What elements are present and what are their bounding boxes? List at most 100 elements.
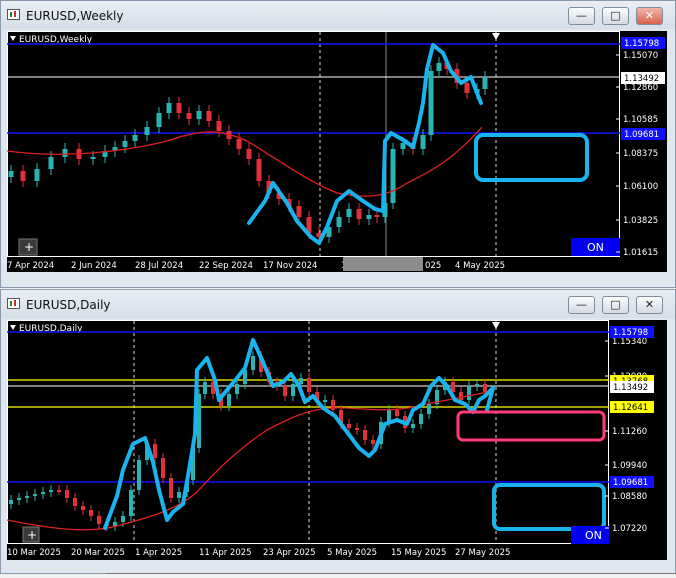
daily-title-bar[interactable]: EURUSD,Daily — □ ✕	[1, 290, 675, 318]
minimize-button[interactable]: —	[568, 296, 595, 314]
weekly-chart-svg[interactable]: EURUSD,Weekly + ON 1.150701.128601.10585…	[7, 31, 667, 272]
candle-body	[427, 404, 431, 414]
weekly-chart-window[interactable]: EURUSD,Weekly — □ ✕ EURUSD,Weekly + ON 1…	[0, 0, 676, 288]
date-label: 10 Mar 2025	[7, 548, 61, 558]
shift-marker-icon[interactable]	[492, 322, 500, 329]
chart-menu-arrow-icon[interactable]	[10, 36, 16, 41]
weekly-title-bar[interactable]: EURUSD,Weekly — □ ✕	[1, 1, 675, 29]
candle-body	[153, 444, 157, 458]
candle-body	[132, 135, 138, 141]
candle-body	[203, 382, 207, 394]
shift-marker-icon[interactable]	[492, 33, 500, 40]
candle-body	[395, 410, 399, 416]
date-label: 27 May 2025	[455, 548, 510, 558]
daily-candles	[9, 351, 487, 531]
hand-drawn-trend-path[interactable]	[103, 338, 495, 530]
candle-body	[41, 492, 45, 494]
candle-body	[97, 516, 101, 524]
status-divider	[106, 573, 676, 574]
candle-body	[459, 392, 463, 400]
weekly-chart-area[interactable]: EURUSD,Weekly + ON 1.15070 1.12860 1.10585…	[7, 31, 667, 272]
price-label: 1.12860	[623, 83, 658, 93]
candle-body	[169, 478, 173, 498]
candle-body	[33, 494, 37, 496]
chart-window-icon	[7, 298, 20, 309]
candle-body	[307, 378, 311, 392]
pink-target-box[interactable]	[456, 410, 606, 442]
target-zone-box[interactable]	[492, 483, 606, 531]
date-label: 23 Apr 2025	[263, 548, 316, 558]
candle-body	[129, 490, 133, 516]
candle-body	[57, 490, 61, 492]
on-badge-label: ON	[585, 529, 602, 542]
candle-body	[9, 500, 13, 504]
candle-body	[299, 378, 303, 384]
target-zone-box[interactable]	[474, 133, 589, 182]
daily-window-title: EURUSD,Daily	[26, 298, 111, 312]
chart-menu-arrow-icon[interactable]	[10, 325, 16, 330]
date-label: 17 Nov 2024	[263, 261, 317, 271]
candle-body	[20, 171, 26, 181]
candle-body	[411, 424, 415, 428]
candle-body	[90, 157, 96, 159]
candle-body	[122, 141, 128, 147]
candle-body	[113, 522, 117, 526]
daily-chart-window[interactable]: EURUSD,Daily — □ ✕ EURUSD,Daily + ON 1.1…	[0, 289, 676, 574]
candle-body	[464, 83, 470, 93]
hand-drawn-trend-path[interactable]	[247, 43, 483, 245]
candle-body	[356, 209, 362, 219]
minimize-button[interactable]: —	[568, 7, 595, 25]
price-highlight-label: 1.12641	[613, 403, 648, 413]
candle-body	[176, 103, 182, 113]
price-label: 1.01615	[623, 248, 658, 258]
maximize-button[interactable]: □	[602, 296, 629, 314]
date-label: 28 Jul 2024	[135, 261, 183, 271]
date-label: 11 Apr 2025	[199, 548, 252, 558]
date-label: 2 Jun 2024	[71, 261, 117, 271]
daily-chart-svg[interactable]: EURUSD,Daily + ON 1.153401.129801.112601…	[7, 320, 667, 560]
candle-body	[256, 159, 262, 181]
weekly-date-scale: 7 Apr 2024 2 Jun 2024 28 Jul 2024 22 Sep 20…	[7, 261, 505, 271]
price-label: 1.07220	[612, 524, 647, 534]
candle-body	[283, 386, 287, 396]
candle-body	[475, 384, 479, 386]
candle-body	[363, 430, 367, 440]
candle-body	[166, 103, 172, 113]
crosshair-date-box	[343, 257, 423, 271]
candle-body	[336, 217, 342, 227]
candle-body	[390, 149, 396, 203]
candle-body	[483, 384, 487, 392]
chart-window-icon	[7, 9, 20, 20]
candle-body	[347, 424, 351, 428]
candle-body	[400, 143, 406, 149]
candle-body	[161, 458, 165, 478]
close-button[interactable]: ✕	[636, 296, 663, 314]
price-highlight-label: 1.13492	[624, 74, 659, 84]
date-label: 20 Mar 2025	[71, 548, 125, 558]
date-label: 1 Apr 2025	[135, 548, 182, 558]
price-label: 1.11260	[612, 427, 647, 437]
daily-date-scale: 10 Mar 2025 20 Mar 2025 1 Apr 2025 11 Apr 2…	[7, 548, 510, 558]
candle-body	[216, 121, 222, 131]
candle-body	[366, 215, 372, 219]
candle-body	[467, 386, 471, 400]
candle-body	[251, 356, 255, 370]
price-label: 1.08580	[612, 492, 647, 502]
close-button[interactable]: ✕	[636, 7, 663, 25]
candle-body	[186, 113, 192, 119]
candle-body	[236, 139, 242, 149]
candle-body	[428, 71, 434, 135]
date-label: 7 Apr 2024	[7, 261, 54, 271]
price-highlight-label: 1.15798	[613, 328, 648, 338]
candle-body	[8, 171, 14, 177]
moving-average-line	[7, 126, 483, 197]
daily-chart-area[interactable]: EURUSD,Daily + ON 1.153401.129801.112601…	[7, 320, 667, 560]
maximize-button[interactable]: □	[602, 7, 629, 25]
date-label: 4 May 2025	[455, 261, 505, 271]
candle-body	[371, 440, 375, 444]
price-label: 1.15070	[623, 51, 658, 61]
candle-body	[436, 63, 442, 71]
candle-body	[420, 135, 426, 149]
plus-icon: +	[27, 528, 37, 542]
candle-body	[144, 127, 150, 135]
